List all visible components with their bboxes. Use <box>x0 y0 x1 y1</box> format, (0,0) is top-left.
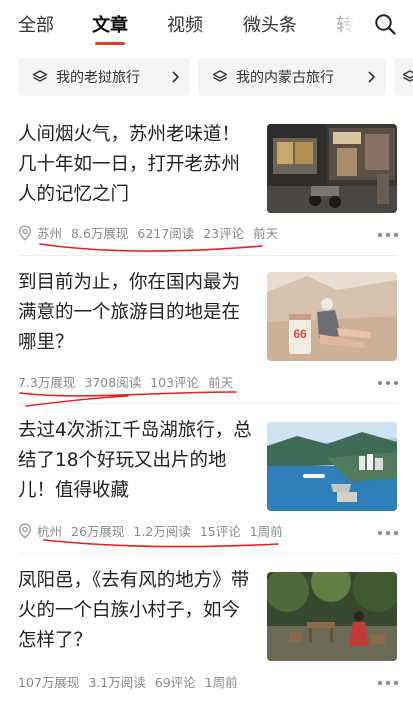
collection-chip-inner-mongolia[interactable]: 我的内蒙古旅行 <box>198 58 386 96</box>
article-meta: 7.3万展现 3708阅读 103评论 前天 <box>18 372 242 390</box>
article-time: 1周前 <box>249 524 283 539</box>
article-reads: 6217阅读 <box>137 226 195 241</box>
divider <box>18 553 397 554</box>
article-title[interactable]: 去过4次浙江千岛湖旅行，总结了18个好玩又出片的地儿！值得收藏 <box>18 416 256 506</box>
article-impressions: 26万展现 <box>71 524 125 539</box>
article-title[interactable]: 到目前为止，你在国内最为满意的一个旅游目的地是在哪里？ <box>18 268 256 358</box>
article-comments: 23评论 <box>203 226 245 241</box>
article-reads: 3708阅读 <box>84 375 142 390</box>
location-pin-icon <box>18 523 32 539</box>
article-comments: 103评论 <box>150 375 200 390</box>
article-time: 1周前 <box>204 675 238 690</box>
article-card[interactable]: 去过4次浙江千岛湖旅行，总结了18个好玩又出片的地儿！值得收藏 杭州 26万展现 1… <box>0 406 413 554</box>
article-card[interactable]: 人间烟火气，苏州老味道！几十年如一日，打开老苏州人的记忆之门 苏州 8.6万展现 6… <box>0 110 413 256</box>
article-time: 前天 <box>253 226 279 241</box>
article-thumbnail-street[interactable] <box>267 124 397 213</box>
stack-icon <box>32 70 48 82</box>
location-pin-icon <box>18 225 32 241</box>
search-icon[interactable] <box>374 13 396 35</box>
thumbnail-marker-number: 66 <box>293 327 307 341</box>
article-card[interactable]: 凤阳邑，《去有风的地方》带火的一个白族小村子，如今怎样了？ 107万展现 3.1万… <box>0 556 413 706</box>
article-meta: 苏州 8.6万展现 6217阅读 23评论 前天 <box>18 223 287 241</box>
article-impressions: 7.3万展现 <box>18 375 76 390</box>
stack-icon <box>402 70 413 82</box>
article-time: 前天 <box>208 375 234 390</box>
tab-articles[interactable]: 文章 <box>92 11 128 37</box>
more-options-icon[interactable] <box>378 233 398 239</box>
article-thumbnail-desert[interactable]: 66 <box>267 272 397 361</box>
collection-label: 我的内蒙古旅行 <box>236 70 334 86</box>
article-reads: 1.2万阅读 <box>133 524 191 539</box>
stack-icon <box>212 70 228 82</box>
article-comments: 15评论 <box>199 524 241 539</box>
article-impressions: 107万展现 <box>18 675 80 690</box>
article-location: 杭州 <box>37 524 63 539</box>
collection-chip-partial[interactable] <box>394 58 413 96</box>
active-tab-indicator <box>95 42 125 45</box>
article-title[interactable]: 凤阳邑，《去有风的地方》带火的一个白族小村子，如今怎样了？ <box>18 566 256 656</box>
tab-overflow-fade <box>318 0 368 50</box>
divider <box>18 403 397 404</box>
chevron-right-icon <box>172 71 180 83</box>
article-comments: 69评论 <box>154 675 196 690</box>
article-thumbnail-lake[interactable] <box>267 422 397 511</box>
collections-row: 我的老挝旅行 我的内蒙古旅行 <box>0 58 413 98</box>
more-options-icon[interactable] <box>378 531 398 537</box>
article-meta: 杭州 26万展现 1.2万阅读 15评论 1周前 <box>18 521 292 539</box>
more-options-icon[interactable] <box>378 381 398 387</box>
chevron-right-icon <box>368 71 376 83</box>
article-reads: 3.1万阅读 <box>88 675 146 690</box>
article-title[interactable]: 人间烟火气，苏州老味道！几十年如一日，打开老苏州人的记忆之门 <box>18 120 256 210</box>
divider <box>18 255 397 256</box>
article-impressions: 8.6万展现 <box>71 226 129 241</box>
tab-videos[interactable]: 视频 <box>167 11 203 37</box>
tab-all[interactable]: 全部 <box>18 11 54 37</box>
article-card[interactable]: 到目前为止，你在国内最为满意的一个旅游目的地是在哪里？ 66 7.3万展现 370… <box>0 258 413 404</box>
collection-chip-laos[interactable]: 我的老挝旅行 <box>18 58 190 96</box>
article-meta: 107万展现 3.1万阅读 69评论 1周前 <box>18 672 247 690</box>
collection-label: 我的老挝旅行 <box>56 70 140 86</box>
top-tab-bar: 全部 文章 视频 微头条 转 <box>0 0 413 50</box>
tab-micro-posts[interactable]: 微头条 <box>243 11 297 37</box>
article-thumbnail-village[interactable] <box>267 572 397 661</box>
article-location: 苏州 <box>37 226 63 241</box>
more-options-icon[interactable] <box>378 681 398 687</box>
